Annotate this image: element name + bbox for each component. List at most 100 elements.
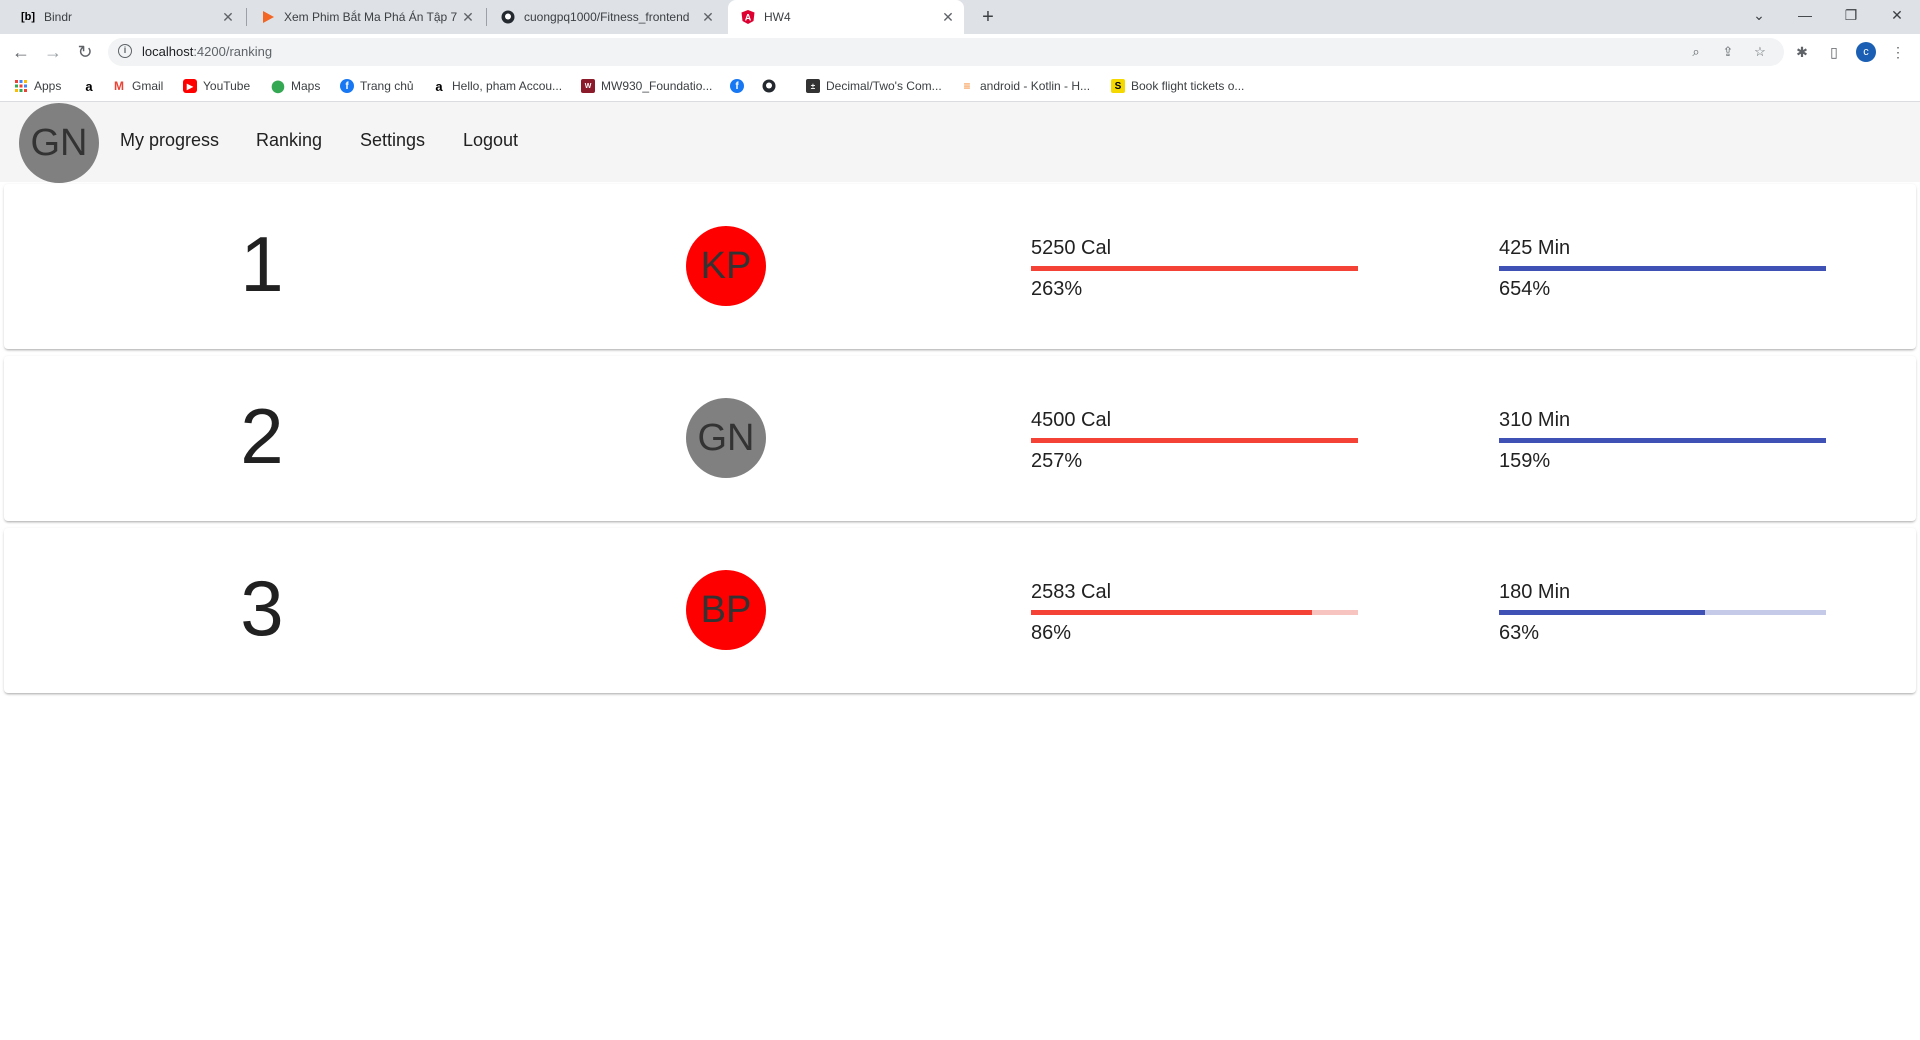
window-close-button[interactable]: ✕ [1874,0,1920,30]
minutes-metric: 425 Min 654% [1499,236,1826,301]
back-arrow-icon[interactable]: ← [9,40,33,64]
ranking-card: 3 BP 2583 Cal 86% 180 Min 63% [4,528,1916,693]
tab-title: HW4 [764,10,791,24]
close-icon[interactable]: ✕ [940,9,956,26]
zoom-icon[interactable]: ⌕ [1686,42,1706,62]
youtube-icon: ▶ [183,79,197,93]
minutes-progress-fill [1499,438,1826,443]
calories-progress-fill [1031,438,1358,443]
close-icon[interactable]: ✕ [700,9,716,26]
bookmark-mw930[interactable]: W MW930_Foundatio... [581,77,712,95]
close-icon[interactable]: ✕ [460,9,476,26]
bookmark-amazon-account[interactable]: a Hello, pham Accou... [432,77,562,95]
address-bar[interactable]: i localhost:4200/ranking ⌕ ⇪ ☆ [108,38,1784,66]
bookmark-apps[interactable]: Apps [14,77,61,95]
bookmark-trang-chu[interactable]: f Trang chủ [340,77,414,95]
nav-ranking[interactable]: Ranking [256,130,322,151]
minutes-progress-bar [1499,438,1826,443]
bookmark-github[interactable] [762,77,782,95]
user-avatar: GN [686,398,766,478]
maps-icon: ⬤ [271,79,285,93]
user-avatar: BP [686,570,766,650]
bookmark-label: Trang chủ [360,79,414,93]
bookmark-label: Book flight tickets o... [1131,79,1245,93]
tab-bindr[interactable]: [b] Bindr ✕ [8,0,244,34]
tab-separator [246,8,247,26]
apps-grid-icon [14,79,28,93]
mw-icon: W [581,79,595,93]
profile-avatar[interactable]: c [1856,42,1876,62]
restore-button[interactable]: ❐ [1828,0,1874,30]
minutes-value: 180 Min [1499,581,1571,603]
bookmark-label: Gmail [132,79,164,93]
calories-metric: 5250 Cal 263% [1031,236,1358,301]
bookmark-amazon[interactable]: a [82,77,102,95]
app-navbar: GN My progress Ranking Settings Logout [0,102,1920,183]
amazon-icon: a [435,78,443,94]
github-icon [762,79,776,93]
reload-icon[interactable]: ↻ [73,40,97,64]
minutes-metric: 180 Min 63% [1499,580,1826,645]
calories-value: 5250 Cal [1031,237,1112,259]
extensions-icon[interactable]: ✱ [1790,40,1814,64]
minutes-percent: 654% [1499,278,1551,300]
share-icon[interactable]: ⇪ [1718,42,1738,62]
minutes-value: 425 Min [1499,237,1571,259]
url-host: localhost [142,44,194,59]
svg-text:A: A [745,13,752,23]
side-panel-icon[interactable]: ▯ [1822,40,1846,64]
play-icon [260,9,276,25]
calories-value: 2583 Cal [1031,581,1112,603]
minimize-button[interactable]: — [1782,0,1828,30]
bookmark-gmail[interactable]: M Gmail [112,77,163,95]
calories-metric: 2583 Cal 86% [1031,580,1358,645]
tab-search-icon[interactable]: ⌄ [1736,0,1782,30]
calories-percent: 86% [1031,622,1072,644]
tab-hw4[interactable]: A HW4 ✕ [728,0,964,34]
bookmark-label: YouTube [203,79,251,93]
calories-progress-bar [1031,610,1358,615]
nav-my-progress[interactable]: My progress [120,130,219,151]
calories-value: 4500 Cal [1031,409,1112,431]
calories-progress-fill [1031,610,1313,615]
ranking-card: 2 GN 4500 Cal 257% 310 Min 159% [4,356,1916,521]
user-avatar[interactable]: GN [19,103,99,183]
bookmark-decimal[interactable]: ± Decimal/Two's Com... [806,77,942,95]
amazon-icon: a [85,78,93,94]
url-text[interactable]: localhost:4200/ranking [142,44,272,59]
nav-settings[interactable]: Settings [360,130,425,151]
minutes-metric: 310 Min 159% [1499,408,1826,473]
minutes-percent: 63% [1499,622,1540,644]
tab-title: Xem Phim Bắt Ma Phá Án Tập 7 V [284,10,460,24]
url-path: :4200/ranking [193,44,273,59]
rank-number: 2 [240,392,284,480]
tab-movie[interactable]: Xem Phim Bắt Ma Phá Án Tập 7 V ✕ [248,0,484,34]
new-tab-button[interactable]: + [976,5,1000,29]
bookmark-maps[interactable]: ⬤ Maps [271,77,320,95]
skyscanner-icon: S [1111,79,1125,93]
bookmark-kotlin[interactable]: ≡ android - Kotlin - H... [960,77,1090,95]
angular-icon: A [740,9,756,25]
browser-tab-strip: [b] Bindr ✕ Xem Phim Bắt Ma Phá Án Tập 7… [0,0,1920,34]
bookmark-skyscanner[interactable]: S Book flight tickets o... [1111,77,1244,95]
facebook-icon: f [730,79,744,93]
stackoverflow-icon: ≡ [963,79,971,93]
minutes-value: 310 Min [1499,409,1571,431]
nav-logout[interactable]: Logout [463,130,518,151]
site-info-icon[interactable]: i [118,44,132,58]
tab-github[interactable]: cuongpq1000/Fitness_frontend ✕ [488,0,724,34]
minutes-progress-bar [1499,266,1826,271]
minutes-progress-bar [1499,610,1826,615]
forward-arrow-icon[interactable]: → [41,40,65,64]
bookmark-label: Hello, pham Accou... [452,79,563,93]
calories-progress-bar [1031,438,1358,443]
calc-icon: ± [806,79,820,93]
bookmark-youtube[interactable]: ▶ YouTube [183,77,250,95]
menu-icon[interactable]: ⋮ [1886,40,1910,64]
calories-percent: 263% [1031,278,1083,300]
bookmark-facebook[interactable]: f [730,77,750,95]
close-icon[interactable]: ✕ [220,9,236,26]
bookmark-label: Maps [291,79,321,93]
bookmark-label: MW930_Foundatio... [601,79,713,93]
star-icon[interactable]: ☆ [1750,42,1770,62]
